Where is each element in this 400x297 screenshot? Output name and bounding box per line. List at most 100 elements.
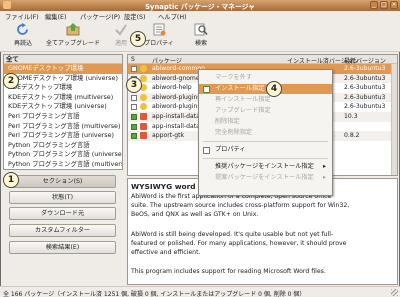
menu-separator [203,158,328,159]
upgrade-star-icon [140,103,147,111]
upgrade-all-label: 全てアップグレード [45,40,100,47]
installed-icon [140,132,147,140]
menu-install-recommended[interactable]: 推奨パッケージをインストール指定 ▸ [199,162,332,172]
reload-icon [17,23,28,35]
latest-version: 2.6-3ubuntu3 [344,65,386,72]
upgrade-star-icon [140,93,147,101]
category-list-header[interactable]: 全て [4,55,122,64]
title-bar[interactable]: Synaptic パッケージ・マネージャ _ □ × [0,0,400,11]
description-line: AbiWord is still being developed. It's q… [131,231,334,238]
package-name: abiword-plugins [152,103,201,111]
properties-icon [153,23,166,36]
menu-file[interactable]: ファイル(F) [5,12,39,21]
category-list[interactable]: 全て GNOMEデスクトップ環境 GNOMEデスクトップ環境 (universe… [3,54,123,170]
latest-version: 2.6-3ubuntu3 [344,103,386,111]
table-scrollbar[interactable] [391,64,397,175]
annotation-marker-1: 1 [3,172,19,188]
status-button[interactable]: 状態(T) [9,191,116,204]
category-item[interactable]: KDEデスクトップ環境 [4,83,122,93]
search-results-button[interactable]: 検索結果(E) [9,241,116,254]
package-name: abiword-plugins [152,93,201,101]
properties-icon [203,147,210,154]
custom-filters-button[interactable]: カスタムフィルター [9,224,116,237]
origin-button[interactable]: ダウンロード元 [9,207,116,220]
annotation-marker-3: 3 [126,77,142,93]
row-checkbox[interactable] [131,66,137,72]
description-line: This program includes support for readin… [131,268,326,275]
resize-grip-icon[interactable] [391,289,398,296]
latest-version: 0.8.2 [344,132,360,140]
apply-icon [115,24,127,36]
upgrade-star-icon [140,65,147,72]
menu-mark-remove[interactable]: 削除指定 [199,117,332,127]
column-status[interactable]: S [131,56,135,63]
latest-version: 10.3 [344,113,358,120]
category-item[interactable]: GNOMEデスクトップ環境 (universe) [4,74,122,84]
menu-properties[interactable]: プロパティ [199,145,332,155]
menu-mark-reinstall[interactable]: 再インストール指定 [199,95,332,105]
install-icon [203,86,210,93]
category-item[interactable]: GNOMEデスクトップ環境 [4,64,122,74]
menu-properties-label: プロパティ [215,146,246,153]
menu-separator [203,141,328,142]
sections-button[interactable]: セクション(S) [9,175,116,188]
search-icon [194,23,208,36]
latest-version: 2.6-3ubuntu3 [344,84,386,92]
menu-install-suggested-label: 提案パッケージをインストール指定 [215,174,314,181]
category-item[interactable]: Python プログラミング言語 (multiverse) [4,160,122,169]
row-checkbox[interactable] [131,114,137,120]
category-item[interactable]: KDEデスクトップ環境 (universe) [4,102,122,112]
submenu-arrow-icon: ▸ [323,163,327,170]
menu-package[interactable]: パッケージ(P) [80,12,120,21]
description-line: featured or polished. For many applicati… [131,240,347,247]
package-name: app-install-data [152,113,200,120]
menu-install-recommended-label: 推奨パッケージをインストール指定 [215,163,314,170]
properties-label: プロパティ [144,40,174,47]
menu-mark-purge[interactable]: 完全削除指定 [199,128,332,138]
upgrade-all-icon [66,23,80,36]
apply-button[interactable]: 適用 [110,23,132,50]
reload-label: 再読込 [13,40,32,47]
category-item[interactable]: Python プログラミング言語 [4,141,122,151]
menu-unmark[interactable]: マークを外す [199,73,332,83]
annotation-marker-5: 5 [130,31,146,47]
row-checkbox[interactable] [131,133,137,140]
upgrade-all-button[interactable]: 全てアップグレード [44,23,102,50]
annotation-marker-4: 4 [266,81,282,97]
description-line: BeOS, and QNX as well as GTK+ on Unix. [131,211,259,218]
category-item[interactable]: Perl プログラミング言語 (universe) [4,131,122,141]
annotation-marker-2: 2 [3,73,19,89]
package-name: abiword-help [152,84,192,92]
apply-label: 適用 [114,40,127,47]
search-button[interactable]: 検索 [190,23,212,50]
category-item[interactable]: Perl プログラミング言語 [4,112,122,122]
table-header: S パッケージ インストール済バージョン 最新バージョン [128,55,397,65]
category-item[interactable]: Perl プログラミング言語 (multiverse) [4,122,122,132]
maximize-button[interactable]: □ [380,1,388,9]
category-item[interactable]: KDEデスクトップ環境 (multiverse) [4,93,122,103]
package-name: apport-gtk [152,132,185,140]
row-checkbox[interactable] [131,104,137,111]
description-line: suite. The upstream source includes cros… [131,202,350,209]
menu-settings[interactable]: 設定(S) [124,12,146,21]
submenu-arrow-icon: ▸ [323,174,327,181]
description-line: effective and efficient. [131,249,201,256]
latest-version: 2.6-3ubuntu3 [344,93,386,101]
menu-edit[interactable]: 編集(E) [45,12,67,21]
installed-icon [140,113,147,120]
toolbar: 再読込 全てアップグレード 適用 プロパティ 検索 [0,21,400,52]
menu-mark-install-label: インストール指定 [215,85,265,92]
menu-install-suggested[interactable]: 提案パッケージをインストール指定 ▸ [199,173,332,183]
package-name: abiword-gnome [152,74,200,82]
reload-button[interactable]: 再読込 [6,23,40,50]
row-checkbox[interactable] [131,123,137,130]
menu-mark-upgrade[interactable]: アップグレード指定 [199,106,332,116]
category-item[interactable]: Python プログラミング言語 (universe) [4,150,122,160]
menu-help[interactable]: ヘルプ(H) [158,12,187,21]
row-checkbox[interactable] [131,94,137,101]
package-name: app-install-data [152,122,200,130]
window-title: Synaptic パッケージ・マネージャ [145,3,255,11]
minimize-button[interactable]: _ [370,1,378,9]
status-text: 全 166 パッケージ（インストール済 1251 個, 破損 0 個, インスト… [3,291,306,297]
close-button[interactable]: × [390,1,398,9]
